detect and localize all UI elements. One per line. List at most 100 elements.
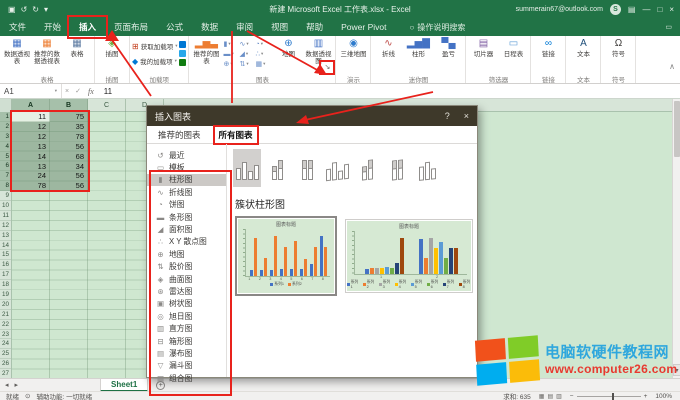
row-header-19[interactable]: 19: [0, 290, 11, 300]
prev-sheet-icon[interactable]: ◂: [5, 381, 9, 389]
formula-input[interactable]: 11: [98, 87, 112, 96]
chart-type-scatter-chart[interactable]: ∴X Y 散点图: [147, 236, 226, 248]
row-header-11[interactable]: 11: [0, 211, 11, 221]
zoom-thumb[interactable]: [612, 393, 615, 400]
button-maps[interactable]: ⊕地图: [273, 37, 303, 59]
zoom-out-icon[interactable]: −: [570, 393, 574, 400]
column-header-B[interactable]: B: [50, 99, 88, 112]
row-header-26[interactable]: 26: [0, 359, 11, 369]
chart-type-sunburst-chart[interactable]: ◎旭日图: [147, 310, 226, 322]
chart-type-surface-chart[interactable]: ◈曲面图: [147, 273, 226, 285]
button-slicer[interactable]: ▤切片器: [468, 37, 498, 59]
comments-icon[interactable]: ▭: [665, 23, 672, 31]
button-map-chart[interactable]: ⊕▾: [223, 59, 239, 69]
chart-type-pie-chart[interactable]: ◔饼图: [147, 199, 226, 211]
cell-B2[interactable]: 35: [50, 122, 88, 132]
3d-stacked-column-icon[interactable]: [353, 149, 381, 187]
quick-access-dropdown-icon[interactable]: ▾: [44, 5, 48, 14]
row-header-2[interactable]: 2: [0, 122, 11, 132]
ribbon-display-options-icon[interactable]: ▤: [628, 5, 636, 14]
dialog-close-button[interactable]: ×: [464, 111, 469, 121]
button-pivottable[interactable]: ▦数据透视表: [2, 37, 32, 66]
button-recommended-charts[interactable]: ▂▅▃推荐的图表: [191, 37, 221, 66]
chart-type-histogram-chart[interactable]: ▥直方图: [147, 322, 226, 334]
row-header-16[interactable]: 16: [0, 260, 11, 270]
row-header-21[interactable]: 21: [0, 310, 11, 320]
cell-A4[interactable]: 13: [12, 142, 50, 152]
button-illustrations[interactable]: ◈插图: [97, 37, 127, 59]
chart-type-stock-chart[interactable]: ⇅股价图: [147, 261, 226, 273]
row-header-9[interactable]: 9: [0, 191, 11, 201]
chart-type-area-chart[interactable]: ◢面积图: [147, 223, 226, 235]
column-header-A[interactable]: A: [12, 99, 50, 112]
tab-formulas[interactable]: 公式: [157, 18, 192, 36]
chart-type-recent[interactable]: ↺最近: [147, 149, 226, 161]
button-my-addins[interactable]: ◆我的加载项▾: [132, 55, 177, 67]
100-stacked-column-icon[interactable]: [293, 149, 321, 187]
row-header-10[interactable]: 10: [0, 201, 11, 211]
tab-power-pivot[interactable]: Power Pivot: [332, 18, 395, 36]
chart-type-line-chart[interactable]: ∿折线图: [147, 186, 226, 198]
3d-column-icon[interactable]: [413, 149, 441, 187]
redo-icon[interactable]: ↻: [32, 5, 39, 14]
chart-type-bar-chart[interactable]: ▬条形图: [147, 211, 226, 223]
vertical-scrollbar[interactable]: ▾: [672, 99, 680, 378]
undo-icon[interactable]: ↺: [21, 5, 28, 14]
avatar[interactable]: S: [610, 4, 621, 15]
tab-home[interactable]: 开始: [35, 18, 70, 36]
chart-type-combo-chart[interactable]: ▦组合图: [147, 372, 226, 384]
3d-clustered-column-icon[interactable]: [323, 149, 351, 187]
button-stock-chart[interactable]: ⇅▾: [239, 59, 255, 69]
chart-preview-by-column[interactable]: 图表标题12系列1系列2系列3系列4系列5系列6系列7系列8: [345, 219, 473, 293]
chart-type-treemap-chart[interactable]: ▣树状图: [147, 298, 226, 310]
button-sparkline-column[interactable]: ▂▅▇柱形: [403, 37, 433, 59]
row-header-24[interactable]: 24: [0, 339, 11, 349]
tab-view[interactable]: 视图: [262, 18, 297, 36]
row-header-8[interactable]: 8: [0, 181, 11, 191]
cell-B4[interactable]: 56: [50, 142, 88, 152]
row-header-12[interactable]: 12: [0, 221, 11, 231]
button-line-chart[interactable]: ∿▾: [239, 39, 255, 49]
close-button[interactable]: ×: [669, 5, 674, 14]
select-all-corner[interactable]: [0, 99, 12, 112]
button-combo-chart[interactable]: ▦▾: [255, 59, 271, 69]
button-store[interactable]: ⊞获取加载项▾: [132, 40, 177, 52]
zoom-track[interactable]: [577, 396, 641, 397]
column-header-C[interactable]: C: [88, 99, 126, 112]
dialog-title-bar[interactable]: 插入图表 ? ×: [147, 106, 477, 126]
normal-view-icon[interactable]: ▦: [539, 393, 545, 400]
row-header-3[interactable]: 3: [0, 132, 11, 142]
tab-all-charts[interactable]: 所有图表: [216, 128, 256, 142]
chart-type-templates[interactable]: ▭模板: [147, 161, 226, 173]
row-header-13[interactable]: 13: [0, 231, 11, 241]
scrollbar-thumb[interactable]: [674, 101, 680, 157]
row-header-15[interactable]: 15: [0, 250, 11, 260]
row-header-17[interactable]: 17: [0, 270, 11, 280]
button-recommended-pivottables[interactable]: ▦推荐的数据透视表: [32, 37, 62, 66]
dialog-help-button[interactable]: ?: [445, 111, 450, 121]
button-link[interactable]: ∞链接: [533, 37, 563, 59]
save-icon[interactable]: ▣: [8, 5, 16, 14]
enter-icon[interactable]: ✓: [72, 87, 84, 95]
button-column-chart[interactable]: ▮▾: [223, 39, 239, 49]
cell-B6[interactable]: 34: [50, 162, 88, 172]
button-table[interactable]: ▦表格: [62, 37, 92, 59]
dialog-launcher-charts-icon[interactable]: ↘: [322, 63, 332, 72]
page-layout-view-icon[interactable]: ▤: [547, 393, 553, 400]
row-header-23[interactable]: 23: [0, 330, 11, 340]
cell-A8[interactable]: 78: [12, 181, 50, 191]
button-symbols[interactable]: Ω符号: [603, 37, 633, 59]
name-box[interactable]: A1 ▾: [0, 84, 62, 98]
tab-recommended-charts[interactable]: 推荐的图表: [155, 128, 204, 142]
button-scatter-chart[interactable]: ∴▾: [255, 49, 271, 59]
chart-type-radar-chart[interactable]: ⊛雷达图: [147, 285, 226, 297]
chart-preview-by-row[interactable]: 图表标题12345678系列1系列2: [235, 216, 337, 296]
next-sheet-icon[interactable]: ▸: [15, 381, 19, 389]
row-header-27[interactable]: 27: [0, 369, 11, 378]
cell-A5[interactable]: 14: [12, 152, 50, 162]
chart-type-waterfall-chart[interactable]: ▤瀑布图: [147, 347, 226, 359]
chart-type-column-chart[interactable]: ▮柱形图: [147, 174, 226, 186]
button-pivotchart[interactable]: ▥数据透视图: [303, 37, 333, 66]
cell-A1[interactable]: 11: [12, 112, 50, 122]
cell-B7[interactable]: 56: [50, 171, 88, 181]
